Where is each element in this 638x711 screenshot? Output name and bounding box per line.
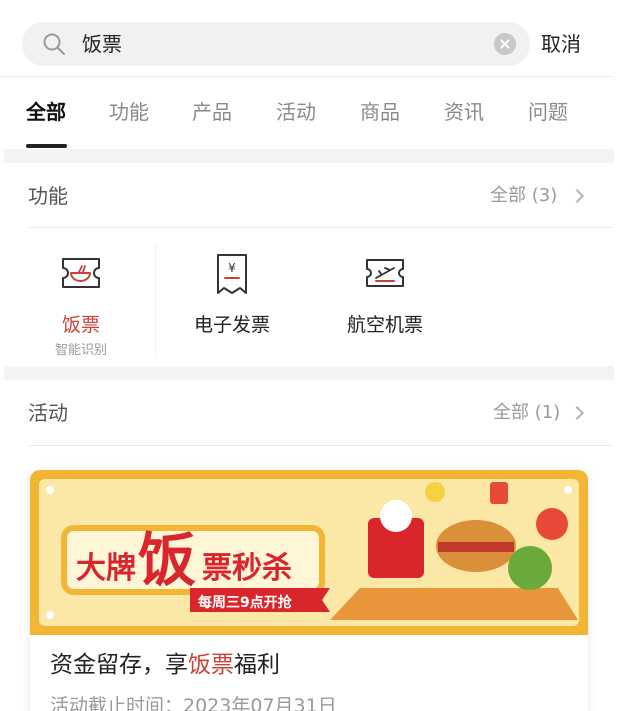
- tab-all[interactable]: 全部: [26, 99, 66, 125]
- banner-headline-big: 饭: [138, 526, 196, 594]
- meal-ticket-icon: [62, 258, 100, 288]
- search-icon: [43, 33, 65, 55]
- feature-label: 电子发票: [193, 314, 270, 336]
- activity-title: 资金留存，享饭票福利: [50, 652, 280, 678]
- chevron-right-icon: [569, 188, 585, 204]
- feature-label: 航空机票: [346, 314, 423, 336]
- air-ticket-icon: [366, 259, 404, 287]
- tab-goods[interactable]: 商品: [360, 99, 400, 125]
- clear-icon[interactable]: [494, 33, 516, 55]
- promo-banner-image: 大牌 饭 票秒杀 每周三9点开抢: [30, 470, 588, 635]
- search-input[interactable]: 饭票: [82, 31, 122, 57]
- activities-view-all-link[interactable]: 全部 (1): [493, 401, 560, 425]
- active-tab-indicator: [26, 144, 67, 148]
- tab-news[interactable]: 资讯: [444, 99, 484, 125]
- svg-text:¥: ¥: [228, 261, 236, 275]
- divider: [28, 445, 614, 446]
- banner-headline: 票秒杀: [202, 551, 292, 586]
- chevron-right-icon: [569, 405, 585, 421]
- feature-air-ticket[interactable]: 航空机票: [310, 243, 460, 358]
- feature-e-invoice[interactable]: ¥ 电子发票: [157, 243, 307, 358]
- activities-section-title: 活动: [28, 401, 68, 425]
- activity-card[interactable]: 大牌 饭 票秒杀 每周三9点开抢 资金留存，享饭票福利 活动截止时间：2023年…: [30, 470, 588, 711]
- category-tabs: 全部 功能 产品 活动 商品 资讯 问题: [0, 77, 614, 149]
- section-gap: [4, 366, 614, 380]
- section-gap: [4, 149, 614, 163]
- divider: [28, 227, 614, 228]
- search-box[interactable]: 饭票: [22, 22, 530, 66]
- tab-activities[interactable]: 活动: [276, 99, 316, 125]
- feature-label: 饭票: [61, 314, 100, 336]
- tab-features[interactable]: 功能: [109, 99, 149, 125]
- search-bar-row: 饭票 取消: [0, 0, 614, 76]
- tab-products[interactable]: 产品: [192, 99, 232, 125]
- feature-meal-ticket[interactable]: 饭票 智能识别: [6, 243, 156, 358]
- feature-sublabel: 智能识别: [54, 343, 107, 358]
- divider: [155, 244, 156, 354]
- features-section-title: 功能: [28, 184, 68, 208]
- banner-headline: 大牌: [76, 551, 136, 586]
- banner-ribbon: 每周三9点开抢: [198, 594, 293, 611]
- e-invoice-icon: ¥: [217, 254, 247, 294]
- tab-questions[interactable]: 问题: [528, 99, 568, 125]
- cancel-button[interactable]: 取消: [541, 31, 581, 57]
- activity-deadline: 活动截止时间：2023年07月31日: [50, 695, 337, 711]
- features-view-all-link[interactable]: 全部 (3): [490, 184, 557, 208]
